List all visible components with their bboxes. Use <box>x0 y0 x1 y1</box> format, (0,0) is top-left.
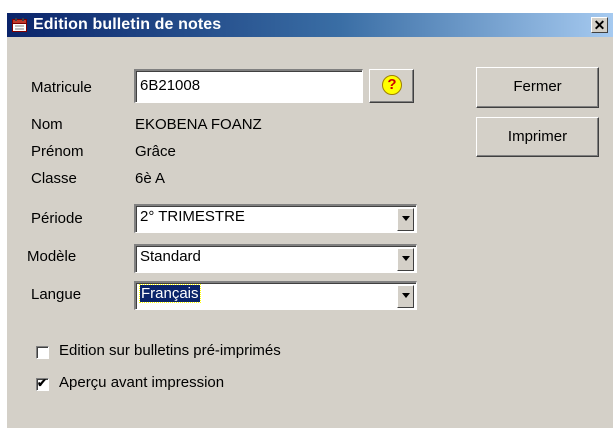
langue-select[interactable]: Français <box>134 281 417 310</box>
prenom-value: Grâce <box>135 143 176 160</box>
nom-label: Nom <box>31 116 63 133</box>
checkmark-icon: ✔ <box>37 376 48 390</box>
preprint-label[interactable]: Edition sur bulletins pré-imprimés <box>59 342 281 359</box>
periode-select[interactable]: 2° TRIMESTRE <box>134 204 417 233</box>
langue-label: Langue <box>31 286 82 303</box>
matricule-input[interactable]: 6B21008 <box>134 69 363 103</box>
preview-label[interactable]: Aperçu avant impression <box>59 374 224 391</box>
calendar-icon <box>12 18 27 32</box>
nom-value: EKOBENA FOANZ <box>135 116 262 133</box>
title-bar[interactable]: Edition bulletin de notes ✕ <box>7 13 613 37</box>
classe-label: Classe <box>31 170 77 187</box>
modele-dropdown-arrow-icon[interactable] <box>397 248 414 271</box>
periode-dropdown-arrow-icon[interactable] <box>397 208 414 231</box>
help-glyph: ? <box>387 76 397 93</box>
modele-label: Modèle <box>27 248 77 265</box>
classe-value: 6è A <box>135 170 166 187</box>
periode-label: Période <box>31 210 83 227</box>
periode-value: 2° TRIMESTRE <box>140 208 245 225</box>
prenom-label: Prénom <box>31 143 84 160</box>
langue-dropdown-arrow-icon[interactable] <box>397 285 414 308</box>
preprint-checkbox[interactable] <box>36 346 49 359</box>
preview-checkbox[interactable]: ✔ <box>36 376 49 391</box>
window-title: Edition bulletin de notes <box>33 16 222 33</box>
modele-value: Standard <box>140 248 201 265</box>
question-icon: ? <box>382 75 402 95</box>
close-button[interactable]: ✕ <box>591 17 608 33</box>
imprimer-button[interactable]: Imprimer <box>476 117 599 157</box>
modele-select[interactable]: Standard <box>134 244 417 273</box>
dialog-window: Edition bulletin de notes ✕ Matricule 6B… <box>6 12 613 428</box>
close-icon: ✕ <box>593 17 606 33</box>
fermer-button[interactable]: Fermer <box>476 67 599 108</box>
help-button[interactable]: ? <box>369 69 414 103</box>
langue-value: Français <box>139 284 201 303</box>
matricule-label: Matricule <box>31 79 92 96</box>
